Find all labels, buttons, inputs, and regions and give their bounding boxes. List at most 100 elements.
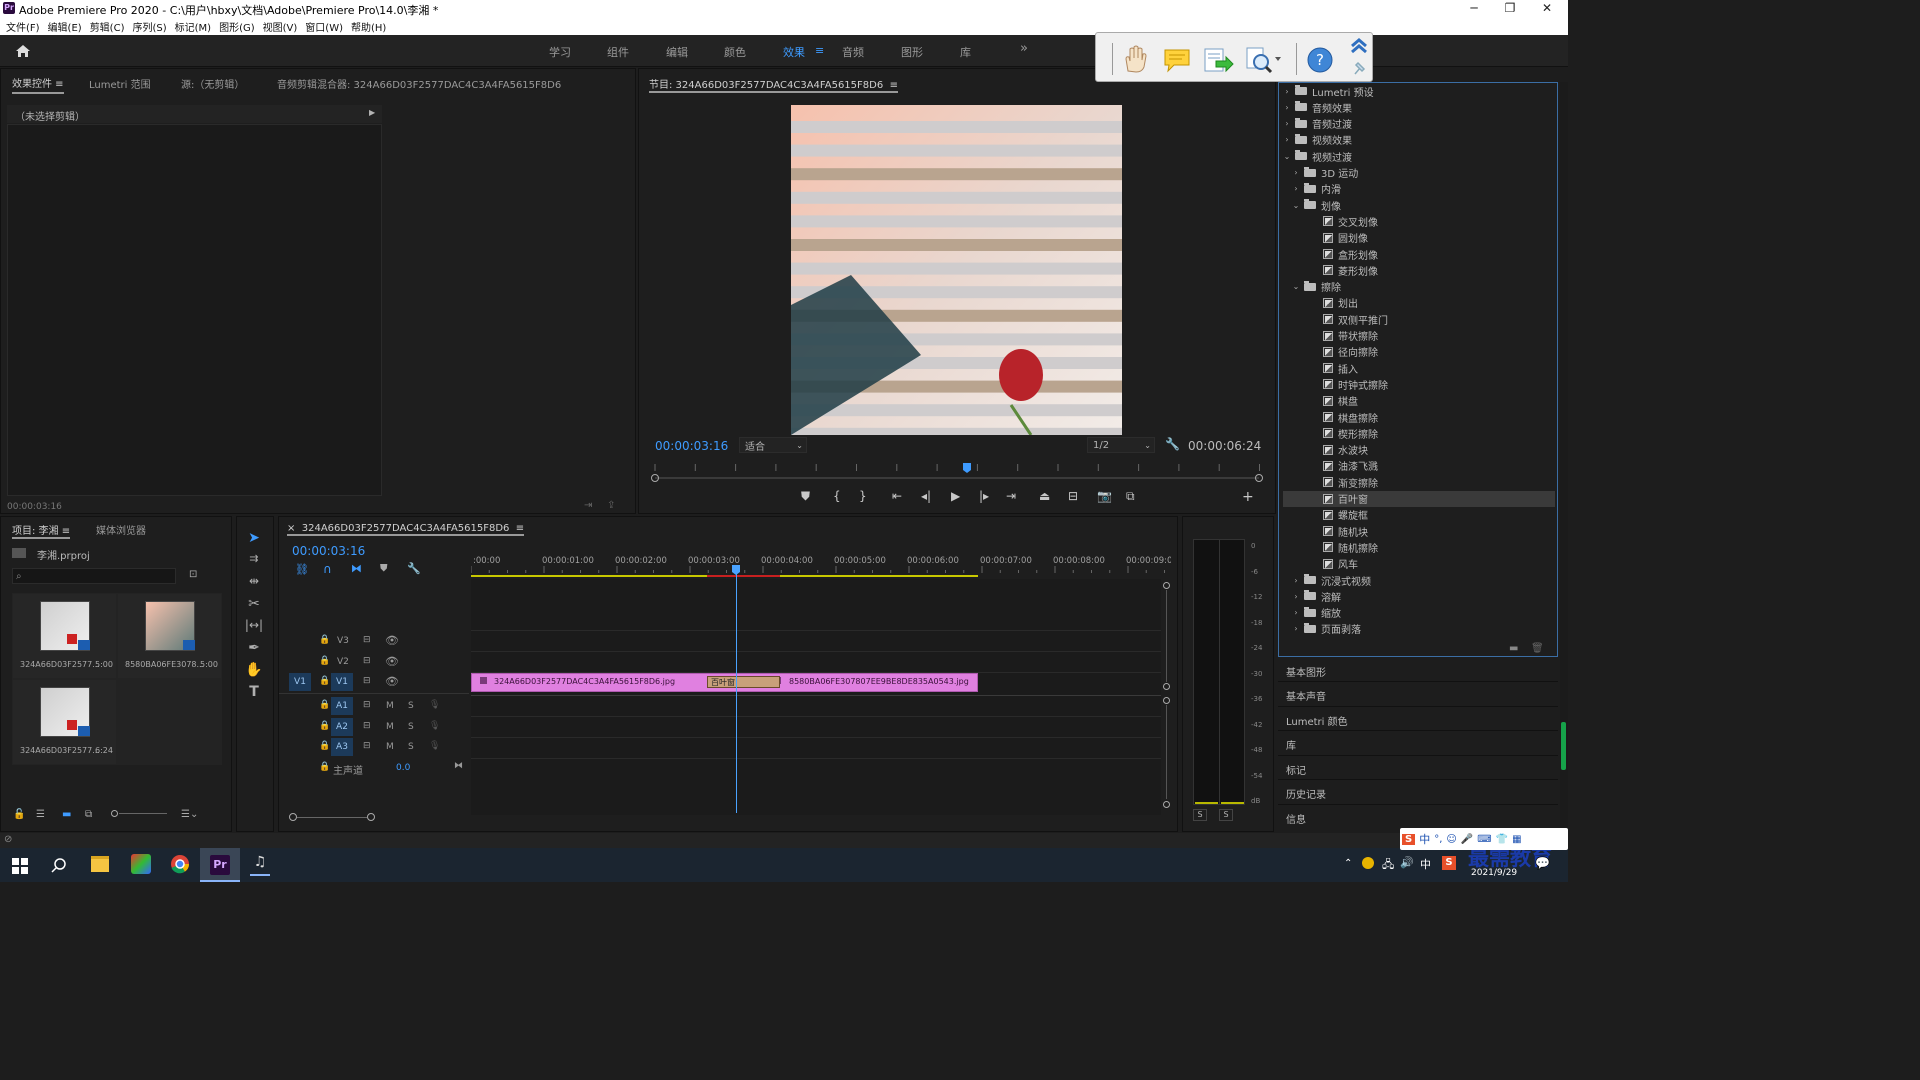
solo-button[interactable]: S bbox=[408, 742, 414, 752]
step-back-icon[interactable]: ◂| bbox=[921, 489, 931, 503]
source-patch-v1[interactable]: V1 bbox=[289, 673, 311, 691]
taskbar-premiere-active[interactable]: Pr bbox=[200, 848, 240, 882]
panel-essential-graphics[interactable]: 基本图形 bbox=[1286, 664, 1326, 679]
effects-folder[interactable]: › 缩放 bbox=[1283, 605, 1555, 621]
menu-view[interactable]: 视图(V) bbox=[263, 19, 298, 34]
workspace-assembly[interactable]: 组件 bbox=[607, 44, 629, 60]
program-monitor-title[interactable]: 节目: 324A66D03F2577DAC4C3A4FA5615F8D6 ≡ bbox=[649, 76, 898, 93]
home-icon[interactable] bbox=[15, 44, 31, 58]
right-scrollbar[interactable] bbox=[1560, 82, 1568, 832]
tab-effect-controls[interactable]: 效果控件 ≡ bbox=[12, 75, 64, 94]
effects-folder[interactable]: › 视频效果 bbox=[1283, 132, 1555, 148]
icon-view-icon[interactable]: ▬ bbox=[62, 809, 71, 820]
timeline-timecode[interactable]: 00:00:03:16 bbox=[292, 544, 365, 558]
expand-arrow-icon[interactable]: ▶ bbox=[369, 108, 375, 117]
skin-icon[interactable]: 👕 bbox=[1496, 834, 1508, 845]
new-bin-icon[interactable]: ▬ bbox=[1509, 643, 1518, 654]
windows-start-icon[interactable] bbox=[12, 858, 28, 874]
volume-icon[interactable]: 🔊 bbox=[1400, 856, 1414, 869]
effects-folder[interactable]: ⌄ 划像 bbox=[1283, 197, 1555, 213]
hscroll-handle-left[interactable] bbox=[289, 813, 297, 821]
panel-history[interactable]: 历史记录 bbox=[1286, 786, 1326, 801]
sogou-tray-icon[interactable]: S bbox=[1442, 856, 1456, 870]
effects-folder[interactable]: › 沉浸式视频 bbox=[1283, 572, 1555, 588]
zoom-slider-handle[interactable] bbox=[111, 810, 118, 817]
tab-audio-clip-mixer[interactable]: 音频剪辑混合器: 324A66D03F2577DAC4C3A4FA5615F8D… bbox=[277, 76, 561, 91]
snap-icon[interactable]: ∩ bbox=[323, 562, 332, 576]
eye-icon[interactable]: 👁 bbox=[385, 675, 399, 688]
type-tool-icon[interactable]: T bbox=[244, 684, 264, 704]
program-ruler[interactable] bbox=[649, 461, 1265, 485]
lock-icon[interactable]: 🔒 bbox=[319, 635, 330, 645]
workspace-more-icon[interactable]: » bbox=[1020, 41, 1028, 56]
timeline-playhead-line[interactable] bbox=[736, 570, 737, 813]
menu-graphics[interactable]: 图形(G) bbox=[219, 19, 255, 34]
eye-icon[interactable]: 👁 bbox=[385, 634, 399, 647]
effect-item[interactable]: 交叉划像 bbox=[1283, 213, 1555, 229]
hand-tool-icon[interactable]: ✋ bbox=[244, 662, 264, 682]
selection-tool-icon[interactable]: ➤ bbox=[244, 530, 264, 550]
effect-item[interactable]: 随机擦除 bbox=[1283, 539, 1555, 555]
tab-lumetri-scopes[interactable]: Lumetri 范围 bbox=[89, 76, 151, 91]
help-icon[interactable]: ? bbox=[1307, 47, 1333, 73]
sort-icon[interactable]: ☰⌄ bbox=[181, 809, 198, 820]
sync-lock-icon[interactable]: ⊟ bbox=[363, 721, 371, 731]
zoom-tool-icon[interactable] bbox=[1244, 45, 1282, 75]
effect-item[interactable]: 插入 bbox=[1283, 360, 1555, 376]
solo-right-button[interactable]: S bbox=[1219, 809, 1233, 821]
menu-sequence[interactable]: 序列(S) bbox=[132, 19, 166, 34]
timeline-ruler[interactable]: :00:00 00:00:01:00 00:00:02:00 00:00:03:00 0… bbox=[471, 551, 1171, 579]
search-icon[interactable] bbox=[51, 857, 67, 873]
chevron-down-icon[interactable]: ⌄ bbox=[1283, 152, 1291, 161]
menu-file[interactable]: 文件(F) bbox=[6, 19, 40, 34]
tab-media-browser[interactable]: 媒体浏览器 bbox=[96, 522, 146, 537]
effect-item[interactable]: 时钟式擦除 bbox=[1283, 376, 1555, 392]
step-forward-icon[interactable]: |▸ bbox=[979, 489, 989, 503]
workspace-menu-icon[interactable]: ≡ bbox=[815, 44, 824, 57]
voice-icon[interactable]: 🎤 bbox=[1461, 834, 1473, 845]
effect-item[interactable]: 楔形擦除 bbox=[1283, 425, 1555, 441]
effect-item[interactable]: 双侧平推门 bbox=[1283, 311, 1555, 327]
compare-view-icon[interactable]: ⧉ bbox=[1126, 489, 1135, 504]
menu-marker[interactable]: 标记(M) bbox=[175, 19, 211, 34]
effects-folder[interactable]: › 页面剥落 bbox=[1283, 621, 1555, 637]
track-target-a2[interactable]: A2 bbox=[331, 718, 353, 736]
effects-folder[interactable]: ⌄ 视频过渡 bbox=[1283, 148, 1555, 164]
workspace-editing[interactable]: 编辑 bbox=[666, 44, 688, 60]
effect-item[interactable]: 风车 bbox=[1283, 556, 1555, 572]
export-frame-icon[interactable]: ⇪ bbox=[607, 500, 615, 511]
chevron-right-icon[interactable]: › bbox=[1292, 592, 1300, 601]
effect-item[interactable]: 油漆飞溅 bbox=[1283, 458, 1555, 474]
ripple-edit-tool-icon[interactable]: ⇹ bbox=[244, 574, 264, 594]
effects-folder[interactable]: › 音频过渡 bbox=[1283, 116, 1555, 132]
ime-tray-icon[interactable]: 中 bbox=[1420, 856, 1431, 872]
timeline-settings-icon[interactable]: 🔧 bbox=[407, 562, 421, 575]
effect-item[interactable]: 盒形划像 bbox=[1283, 246, 1555, 262]
ime-mode[interactable]: 中 bbox=[1419, 831, 1430, 847]
slip-tool-icon[interactable]: |↔| bbox=[244, 618, 264, 638]
sogou-icon[interactable]: S bbox=[1402, 833, 1416, 845]
sync-lock-icon[interactable]: ⊟ bbox=[363, 635, 371, 645]
track-target-v1[interactable]: V1 bbox=[331, 673, 353, 691]
mark-in-icon[interactable]: { bbox=[833, 489, 841, 503]
zoom-slider[interactable] bbox=[111, 810, 167, 818]
workspace-color[interactable]: 颜色 bbox=[724, 44, 746, 60]
workspace-audio[interactable]: 音频 bbox=[842, 44, 864, 60]
punctuation-icon[interactable]: °, bbox=[1434, 834, 1442, 845]
menu-edit[interactable]: 编辑(E) bbox=[48, 19, 82, 34]
effect-item[interactable]: 菱形划像 bbox=[1283, 262, 1555, 278]
razor-tool-icon[interactable]: ✂ bbox=[244, 596, 264, 616]
mute-button[interactable]: M bbox=[386, 722, 394, 732]
add-marker-icon[interactable]: ⛊ bbox=[801, 489, 810, 504]
menu-help[interactable]: 帮助(H) bbox=[351, 19, 386, 34]
effect-item[interactable]: 带状擦除 bbox=[1283, 328, 1555, 344]
workspace-libraries[interactable]: 库 bbox=[960, 44, 971, 60]
timeline-vertical-scroll[interactable] bbox=[1163, 579, 1171, 815]
lock-icon[interactable]: 🔒 bbox=[319, 700, 330, 710]
effects-folder[interactable]: › 音频效果 bbox=[1283, 99, 1555, 115]
project-item[interactable]: 8580BA06FE3078... 5:00 bbox=[118, 594, 221, 678]
tray-app-icon[interactable] bbox=[1362, 857, 1374, 869]
effect-item[interactable]: 棋盘擦除 bbox=[1283, 409, 1555, 425]
master-volume-value[interactable]: 0.0 bbox=[396, 763, 410, 773]
chevron-right-icon[interactable]: › bbox=[1292, 624, 1300, 633]
